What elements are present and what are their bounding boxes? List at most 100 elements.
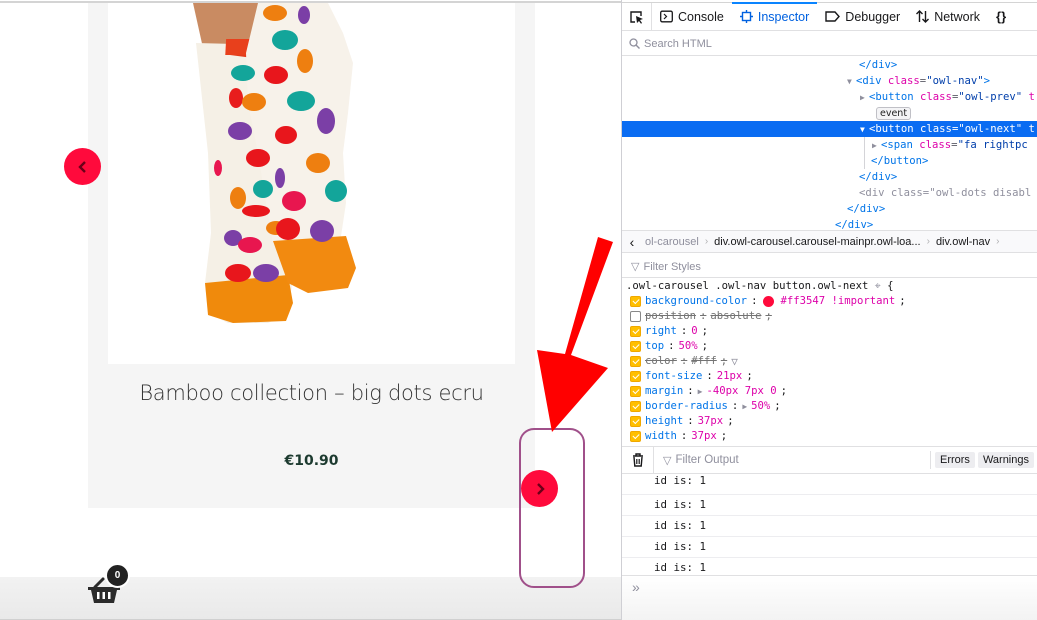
markup-line-owl-prev[interactable]: ▶ <button class="owl-prev" t [622, 89, 1037, 105]
declaration-checkbox[interactable] [630, 371, 641, 382]
declaration-margin: margin: ▶ -40px 7px 0; [630, 384, 787, 399]
css-rule: .owl-carousel .owl-nav button.owl-next ⌖… [622, 278, 1037, 444]
filter-output-input[interactable]: ▽ Filter Output [654, 454, 930, 467]
declaration-checkbox[interactable] [630, 431, 641, 442]
debugger-icon [825, 11, 841, 22]
toolbar-separator [929, 451, 931, 469]
expand-shorthand-icon[interactable]: ▶ [698, 384, 703, 399]
product-title[interactable]: Bamboo collection – big dots ecru [88, 381, 535, 405]
cart-count-badge: 0 [105, 563, 130, 588]
filter-icon: ▽ [631, 261, 640, 273]
overridden-filter-icon[interactable]: ▽ [731, 354, 738, 369]
declaration-top: top: 50%; [630, 339, 708, 354]
color-swatch[interactable] [763, 296, 775, 307]
expanded-twisty-icon[interactable]: ▼ [847, 74, 856, 89]
element-picker-button[interactable] [622, 2, 652, 31]
declaration-checkbox[interactable] [630, 341, 641, 352]
declaration-font-size: font-size: 21px; [630, 369, 753, 384]
tab-debugger-label: Debugger [845, 9, 901, 24]
tab-debugger[interactable]: Debugger [817, 3, 908, 31]
console-log-row: id is: 1 [622, 474, 1037, 495]
element-picker-icon [630, 10, 643, 24]
tab-inspector-label: Inspector [757, 9, 810, 24]
declaration-checkbox[interactable] [630, 311, 641, 322]
markup-line-owl-dots[interactable]: <div class="owl-dots disabl [622, 185, 1037, 201]
warnings-filter-button[interactable]: Warnings [977, 452, 1034, 468]
declaration-right: right: 0; [630, 324, 708, 339]
declaration-border-radius: border-radius: ▶ 50%; [630, 399, 781, 414]
declaration-checkbox[interactable] [630, 401, 641, 412]
tab-network[interactable]: Network [908, 3, 988, 31]
search-html-input[interactable]: Search HTML [622, 32, 1037, 56]
product-price: €10.90 [284, 453, 339, 469]
breadcrumb-item[interactable]: div.owl-nav [933, 236, 993, 248]
breadcrumb-item[interactable]: ol-carousel [642, 236, 702, 248]
tab-style-editor[interactable]: {} [988, 3, 1014, 31]
product-image[interactable] [108, 3, 515, 364]
clear-console-button[interactable] [622, 446, 654, 474]
expanded-twisty-icon[interactable]: ▼ [860, 122, 869, 137]
breadcrumb-scroll-left-icon[interactable]: ‹ [622, 234, 642, 250]
declaration-checkbox[interactable] [630, 356, 641, 367]
chevron-left-icon [77, 160, 86, 173]
chevron-right-icon [536, 482, 545, 495]
tab-network-label: Network [934, 9, 981, 24]
network-icon [916, 10, 930, 23]
declaration-checkbox[interactable] [630, 416, 641, 427]
console-input[interactable]: » [622, 575, 1037, 620]
filter-icon: ▽ [663, 454, 672, 467]
rule-selector[interactable]: .owl-carousel .owl-nav button.owl-next ⌖… [626, 278, 894, 294]
filter-styles-placeholder: Filter Styles [643, 260, 701, 273]
devtools-toolbar: Console Inspector Debugger Network {} [622, 1, 1037, 31]
filter-output-placeholder: Filter Output [675, 454, 739, 466]
declaration-checkbox[interactable] [630, 326, 641, 337]
breadcrumbs: ‹ ol-carousel › div.owl-carousel.carouse… [622, 230, 1037, 253]
filter-styles-input[interactable]: ▽ Filter Styles [622, 256, 1037, 278]
declaration-checkbox[interactable] [630, 296, 641, 307]
carousel-next-button[interactable] [521, 470, 558, 507]
declaration-checkbox[interactable] [630, 386, 641, 397]
breadcrumb-separator-icon: › [996, 236, 1000, 247]
trash-icon [632, 453, 643, 467]
event-badge[interactable]: event [876, 107, 912, 120]
declaration-height: height: 37px; [630, 414, 734, 429]
search-icon [629, 38, 640, 49]
product-card[interactable]: Bamboo collection – big dots ecru €10.90 [88, 3, 535, 508]
node-highlight-icon[interactable]: ⌖ [875, 280, 881, 292]
markup-tree: </div> ▼ <div class="owl-nav"> ▶ <button c… [622, 57, 1037, 231]
markup-line[interactable]: </div> [622, 201, 1037, 217]
markup-line-span[interactable]: ▶ <span class="fa rightpc [622, 137, 1037, 153]
devtools-panel: Console Inspector Debugger Network {} Se… [622, 0, 1037, 620]
markup-line-owl-next-selected[interactable]: ▼ <button class="owl-next" t [622, 121, 1037, 137]
collapsed-twisty-icon[interactable]: ▶ [860, 90, 869, 105]
carousel-prev-button[interactable] [64, 148, 101, 185]
markup-line-event: event [622, 105, 1037, 121]
tab-console[interactable]: Console [652, 3, 732, 31]
markup-line-owl-nav[interactable]: ▼ <div class="owl-nav"> [622, 73, 1037, 89]
declaration-position: position: absolute; [630, 309, 772, 324]
tab-console-label: Console [678, 9, 724, 24]
search-html-placeholder: Search HTML [644, 37, 712, 50]
breadcrumb-separator-icon: › [926, 236, 930, 247]
errors-filter-button[interactable]: Errors [934, 452, 975, 468]
inspector-icon [739, 10, 753, 23]
prompt-chevron-icon: » [632, 579, 640, 595]
console-icon [660, 10, 673, 23]
breadcrumb-item[interactable]: div.owl-carousel.carousel-mainpr.owl-loa… [711, 236, 923, 248]
console-toolbar: ▽ Filter Output Errors Warnings [622, 446, 1037, 474]
console-log-row: id is: 1 [622, 537, 1037, 558]
console-log-row: id is: 1 [622, 495, 1037, 516]
declaration-width: width: 37px; [630, 429, 727, 444]
markup-line[interactable]: </div> [622, 57, 1037, 73]
collapsed-twisty-icon[interactable]: ▶ [872, 138, 881, 153]
indent-guide [864, 137, 865, 169]
breadcrumb-separator-icon: › [704, 236, 709, 247]
markup-line[interactable]: </button> [622, 153, 1037, 169]
style-editor-braces-icon: {} [996, 9, 1007, 24]
console-log-row: id is: 1 [622, 516, 1037, 537]
website-viewport: Bamboo collection – big dots ecru €10.90… [0, 0, 621, 620]
expand-shorthand-icon[interactable]: ▶ [742, 399, 747, 414]
tab-inspector[interactable]: Inspector [731, 1, 818, 31]
declaration-background-color: background-color: #ff3547 !important; [630, 294, 906, 309]
markup-line[interactable]: </div> [622, 169, 1037, 185]
